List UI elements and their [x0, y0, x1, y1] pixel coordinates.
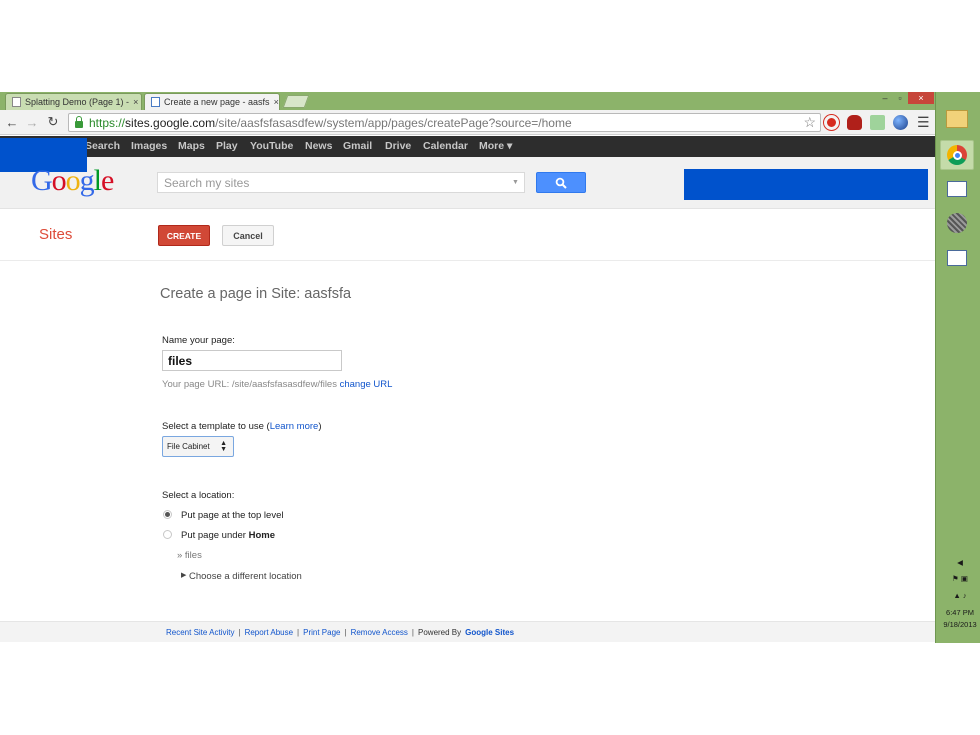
extension-car-icon[interactable] [847, 115, 862, 130]
gbar-more[interactable]: More ▾ [479, 136, 512, 157]
sites-title[interactable]: Sites [39, 226, 72, 243]
page-footer: Recent Site Activity | Report Abuse | Prin… [0, 621, 935, 642]
url-host: sites.google.com [125, 115, 216, 130]
url-path: /site/aasfsfasasdfew/system/app/pages/cr… [215, 115, 572, 130]
search-options-dropdown-icon[interactable]: ▼ [512, 179, 519, 186]
back-arrow-icon[interactable]: ← [4, 114, 20, 130]
extension-puzzle-icon[interactable] [870, 115, 885, 130]
recent-activity-link[interactable]: Recent Site Activity [166, 628, 234, 637]
tray-status-icons[interactable]: ⚑ ▣ [940, 574, 980, 583]
change-url-link[interactable]: change URL [340, 379, 393, 390]
gbar-images[interactable]: Images [131, 136, 167, 157]
template-select-value: File Cabinet [167, 442, 210, 451]
sites-page-icon [151, 97, 160, 107]
close-window-button[interactable]: × [908, 92, 934, 104]
tab-label: Splatting Demo (Page 1) - [25, 97, 130, 107]
extension-globe-icon[interactable] [893, 115, 908, 130]
bookmark-star-icon[interactable]: ☆ [803, 114, 816, 131]
under-home-option-label[interactable]: Put page under Home [181, 530, 275, 541]
window-app-icon[interactable] [940, 174, 974, 204]
page-url-hint: Your page URL: /site/aasfsfasasdfew/file… [162, 379, 392, 390]
gbar-search[interactable]: Search [85, 136, 120, 157]
menu-icon[interactable]: ☰ [917, 114, 930, 130]
gbar-maps[interactable]: Maps [178, 136, 205, 157]
location-label: Select a location: [162, 490, 235, 501]
radio-under-home[interactable] [163, 530, 172, 539]
tab-splatting-demo[interactable]: Splatting Demo (Page 1) - × [5, 93, 142, 110]
gbar-youtube[interactable]: YouTube [250, 136, 293, 157]
search-my-sites-input[interactable]: Search my sites [157, 172, 525, 193]
network-volume-icons[interactable]: ▲ ♪ [940, 591, 980, 600]
chrome-icon[interactable] [940, 140, 974, 170]
create-button[interactable]: CREATE [158, 225, 210, 246]
location-path: » files [177, 550, 202, 561]
minimize-button[interactable]: – [878, 92, 892, 104]
tray-expand-icon[interactable]: ◀ [940, 558, 980, 567]
gbar-calendar[interactable]: Calendar [423, 136, 468, 157]
name-label: Name your page: [162, 335, 235, 346]
gbar-gmail[interactable]: Gmail [343, 136, 372, 157]
lock-icon [75, 116, 83, 128]
top-level-option-label[interactable]: Put page at the top level [181, 510, 283, 521]
report-abuse-link[interactable]: Report Abuse [245, 628, 293, 637]
radio-top-level[interactable] [163, 510, 172, 519]
choose-location-link[interactable]: Choose a different location [189, 571, 302, 582]
gbar-drive[interactable]: Drive [385, 136, 411, 157]
powered-by-label: Powered By [418, 627, 462, 637]
close-tab-icon[interactable]: × [270, 97, 279, 107]
page-url-text: Your page URL: /site/aasfsfasasdfew/file… [162, 379, 337, 390]
redaction-block [684, 169, 928, 200]
page-icon [12, 97, 21, 107]
new-tab-button[interactable] [282, 95, 310, 108]
google-logo[interactable]: Google [31, 164, 114, 198]
cancel-button[interactable]: Cancel [222, 225, 274, 246]
close-tab-icon[interactable]: × [129, 97, 138, 107]
tab-create-page[interactable]: Create a new page - aasfs × [144, 93, 280, 110]
print-page-link[interactable]: Print Page [303, 628, 340, 637]
expand-triangle-icon[interactable]: ▶ [181, 571, 186, 579]
gbar-play[interactable]: Play [216, 136, 238, 157]
search-icon [555, 177, 567, 189]
sites-action-bar [0, 210, 935, 261]
tab-label: Create a new page - aasfs [164, 97, 270, 107]
clock-time[interactable]: 6:47 PM [940, 608, 980, 617]
reload-icon[interactable]: ↻ [45, 114, 61, 130]
remove-access-link[interactable]: Remove Access [351, 628, 408, 637]
window-app-icon[interactable] [940, 243, 974, 273]
forward-arrow-icon[interactable]: → [24, 114, 40, 130]
clock-date[interactable]: 9/18/2013 [940, 620, 980, 629]
extension-opera-icon[interactable] [824, 115, 839, 130]
template-select[interactable]: File Cabinet ▲ ▼ [162, 436, 234, 457]
search-button[interactable] [536, 172, 586, 193]
media-player-icon[interactable] [940, 208, 974, 238]
restore-button[interactable]: ▫ [893, 92, 907, 104]
url-scheme: https:// [89, 115, 126, 130]
address-bar[interactable]: https:// sites.google.com /site/aasfsfas… [68, 113, 821, 132]
page-heading: Create a page in Site: aasfsfa [160, 286, 352, 302]
select-arrows-icon: ▲ ▼ [220, 439, 227, 453]
page-name-input[interactable]: files [162, 350, 342, 371]
file-explorer-icon[interactable] [940, 104, 974, 134]
google-sites-link[interactable]: Google Sites [465, 628, 514, 637]
learn-more-link[interactable]: Learn more [270, 421, 319, 432]
gbar-news[interactable]: News [305, 136, 332, 157]
template-label: Select a template to use (Learn more) [162, 421, 322, 432]
